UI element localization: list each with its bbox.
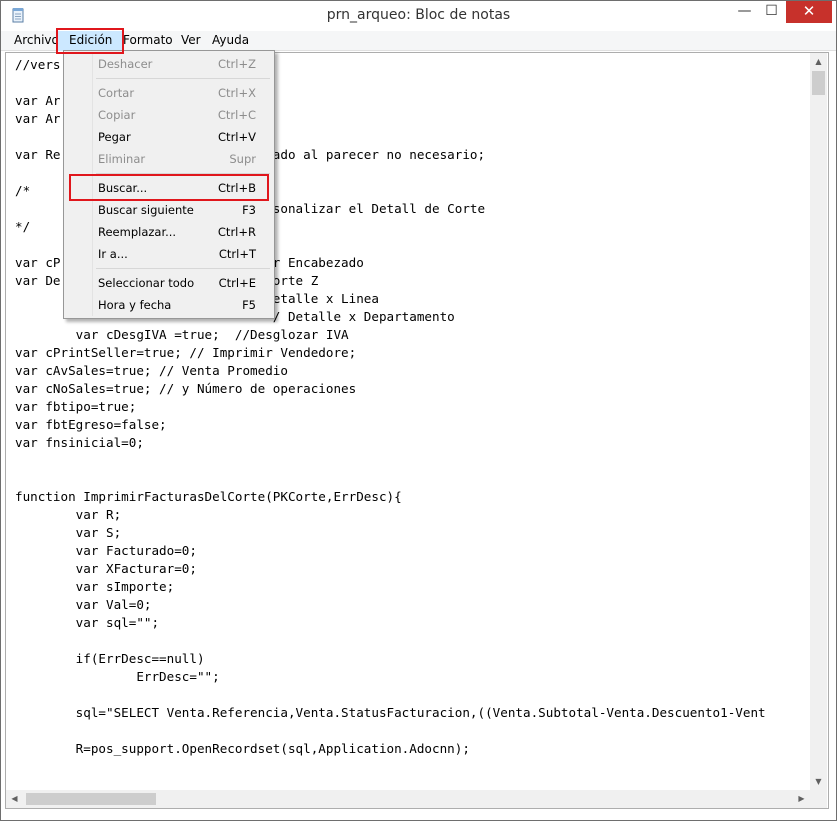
vertical-scrollbar[interactable]: ▲ ▼ xyxy=(810,53,827,790)
menu-item-label: Reemplazar... xyxy=(98,225,177,239)
menu-item-label: Buscar siguiente xyxy=(98,203,194,217)
menu-item-shortcut: Ctrl+C xyxy=(217,108,256,122)
menu-item-label: Buscar... xyxy=(98,181,148,195)
minimize-button[interactable]: — xyxy=(731,1,758,23)
menu-item-shortcut: Ctrl+T xyxy=(218,247,256,261)
close-button[interactable]: ✕ xyxy=(786,1,832,23)
window-title: prn_arqueo: Bloc de notas xyxy=(326,7,511,23)
menu-item-shortcut: F5 xyxy=(242,298,256,312)
menu-item-buscar[interactable]: Buscar... Ctrl+B xyxy=(66,178,272,198)
menu-ayuda[interactable]: Ayuda xyxy=(212,33,249,47)
edit-dropdown-menu: Deshacer Ctrl+Z Cortar Ctrl+X Copiar Ctr… xyxy=(63,50,275,319)
menu-separator xyxy=(96,268,270,269)
menu-item-eliminar[interactable]: Eliminar Supr xyxy=(66,149,272,169)
menu-item-buscar-siguiente[interactable]: Buscar siguiente F3 xyxy=(66,200,272,220)
menu-item-shortcut: Ctrl+V xyxy=(218,130,256,144)
maximize-button[interactable]: ☐ xyxy=(758,1,785,23)
menu-item-label: Deshacer xyxy=(98,57,153,71)
menu-item-shortcut: Ctrl+E xyxy=(218,276,256,290)
scroll-right-arrow-icon[interactable]: ▶ xyxy=(793,790,810,808)
menu-item-shortcut: F3 xyxy=(242,203,256,217)
scroll-left-arrow-icon[interactable]: ◀ xyxy=(6,790,23,808)
menu-item-pegar[interactable]: Pegar Ctrl+V xyxy=(66,127,272,147)
menu-bar: Archivo Edición Formato Ver Ayuda xyxy=(1,31,836,51)
menu-item-seleccionar-todo[interactable]: Seleccionar todo Ctrl+E xyxy=(66,273,272,293)
menu-item-label: Hora y fecha xyxy=(98,298,172,312)
menu-item-ir-a[interactable]: Ir a... Ctrl+T xyxy=(66,244,272,264)
menu-item-hora-y-fecha[interactable]: Hora y fecha F5 xyxy=(66,295,272,315)
menu-item-shortcut: Supr xyxy=(229,152,256,166)
menu-item-shortcut: Ctrl+X xyxy=(218,86,256,100)
menu-item-reemplazar[interactable]: Reemplazar... Ctrl+R xyxy=(66,222,272,242)
menu-separator xyxy=(96,173,270,174)
horizontal-scrollbar[interactable]: ◀ ▶ xyxy=(6,790,810,808)
scroll-down-arrow-icon[interactable]: ▼ xyxy=(810,773,827,790)
vertical-scroll-thumb[interactable] xyxy=(812,71,825,95)
menu-item-shortcut: Ctrl+Z xyxy=(218,57,256,71)
scroll-up-arrow-icon[interactable]: ▲ xyxy=(810,53,827,70)
menu-item-shortcut: Ctrl+R xyxy=(217,225,256,239)
menu-ver[interactable]: Ver xyxy=(181,33,201,47)
menu-item-label: Eliminar xyxy=(98,152,146,166)
menu-item-label: Cortar xyxy=(98,86,135,100)
menu-archivo[interactable]: Archivo xyxy=(14,33,59,47)
menu-item-label: Copiar xyxy=(98,108,136,122)
menu-item-copiar[interactable]: Copiar Ctrl+C xyxy=(66,105,272,125)
menu-item-label: Seleccionar todo xyxy=(98,276,195,290)
horizontal-scroll-thumb[interactable] xyxy=(26,793,156,805)
menu-formato[interactable]: Formato xyxy=(123,33,173,47)
title-bar[interactable]: prn_arqueo: Bloc de notas — ☐ ✕ xyxy=(1,1,836,31)
scrollbar-corner xyxy=(810,790,827,808)
menu-edicion[interactable]: Edición xyxy=(58,31,124,51)
menu-item-deshacer[interactable]: Deshacer Ctrl+Z xyxy=(66,54,272,74)
menu-item-shortcut: Ctrl+B xyxy=(218,181,256,195)
menu-item-label: Pegar xyxy=(98,130,131,144)
menu-item-label: Ir a... xyxy=(98,247,128,261)
menu-item-cortar[interactable]: Cortar Ctrl+X xyxy=(66,83,272,103)
menu-separator xyxy=(96,78,270,79)
notepad-window: prn_arqueo: Bloc de notas — ☐ ✕ Archivo … xyxy=(0,0,837,821)
